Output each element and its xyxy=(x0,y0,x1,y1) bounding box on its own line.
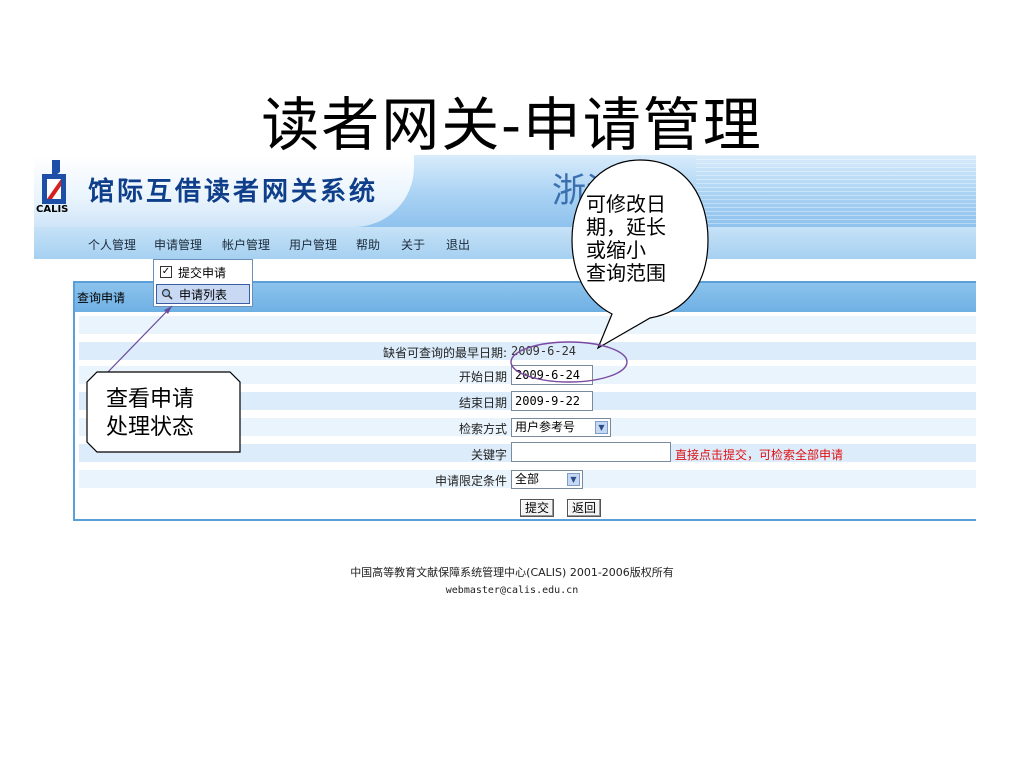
date-note-line-3: 或缩小 xyxy=(586,238,646,262)
search-mode-select[interactable]: 用户参考号 ▼ xyxy=(511,418,611,437)
submit-button[interactable]: 提交 xyxy=(520,499,555,517)
nav-about[interactable]: 关于 xyxy=(401,236,425,253)
form-row-condition: 申请限定条件 全部 ▼ xyxy=(79,470,976,489)
date-note-line-2: 期，延长 xyxy=(586,215,666,239)
keyword-input[interactable] xyxy=(511,442,671,462)
form-row-blank xyxy=(79,316,976,334)
end-date-label: 结束日期 xyxy=(458,396,507,410)
status-callout-text: 查看申请 处理状态 xyxy=(106,386,236,442)
condition-label: 申请限定条件 xyxy=(434,474,507,488)
magnifier-icon xyxy=(161,288,173,300)
nav-logout[interactable]: 退出 xyxy=(446,236,470,253)
form-row-start: 开始日期 2009-6-24 xyxy=(79,365,976,385)
date-note-line-4: 查询范围 xyxy=(586,261,666,285)
search-mode-value: 用户参考号 xyxy=(515,420,576,434)
logo-text: CALIS xyxy=(36,204,69,215)
back-button[interactable]: 返回 xyxy=(567,499,602,517)
chevron-down-icon[interactable]: ▼ xyxy=(567,473,580,486)
banner-decoration xyxy=(696,155,976,227)
nav-account[interactable]: 帐户管理 xyxy=(222,236,270,253)
menu-item-submit-request[interactable]: ✓ 提交申请 xyxy=(156,262,250,282)
menu-item-request-list[interactable]: 申请列表 xyxy=(156,284,250,304)
app-banner: CALIS 馆际互借读者网关系统 浙江大学 xyxy=(34,155,976,227)
keyword-label: 关键字 xyxy=(470,448,507,462)
earliest-date-value: 2009-6-24 xyxy=(511,344,577,358)
menu-item-label: 申请列表 xyxy=(179,287,228,302)
system-title: 馆际互借读者网关系统 xyxy=(88,177,379,207)
keyword-hint: 直接点击提交，可检索全部申请 xyxy=(675,448,844,462)
panel-title: 查询申请 xyxy=(77,291,126,305)
date-callout-text: 可修改日 期，延长 或缩小 查询范围 xyxy=(586,193,706,285)
requests-dropdown-menu: ✓ 提交申请 申请列表 xyxy=(153,259,253,307)
chevron-down-icon[interactable]: ▼ xyxy=(595,421,608,434)
nav-users[interactable]: 用户管理 xyxy=(289,236,337,253)
form-row-earliest: 缺省可查询的最早日期: 2009-6-24 xyxy=(79,342,976,360)
status-note-line-2: 处理状态 xyxy=(106,415,195,440)
date-note-line-1: 可修改日 xyxy=(586,192,666,216)
slide-title: 读者网关-申请管理 xyxy=(261,91,763,159)
search-mode-label: 检索方式 xyxy=(458,422,507,436)
earliest-date-label: 缺省可查询的最早日期: xyxy=(382,346,507,360)
main-nav: 个人管理 申请管理 帐户管理 用户管理 帮助 关于 退出 xyxy=(34,227,976,259)
start-date-label: 开始日期 xyxy=(458,370,507,384)
footer-email[interactable]: webmaster@calis.edu.cn xyxy=(0,585,1024,596)
checkbox-icon: ✓ xyxy=(160,266,172,278)
nav-help[interactable]: 帮助 xyxy=(356,236,380,253)
nav-requests[interactable]: 申请管理 xyxy=(154,236,202,253)
menu-item-label: 提交申请 xyxy=(178,265,227,280)
nav-personal[interactable]: 个人管理 xyxy=(88,236,136,253)
condition-value: 全部 xyxy=(515,472,540,486)
form-row-keyword: 关键字 直接点击提交，可检索全部申请 xyxy=(79,442,976,462)
start-date-input[interactable]: 2009-6-24 xyxy=(511,365,593,385)
footer-copyright: 中国高等教育文献保障系统管理中心(CALIS) 2001-2006版权所有 xyxy=(350,566,674,579)
end-date-input[interactable]: 2009-9-22 xyxy=(511,391,593,411)
condition-select[interactable]: 全部 ▼ xyxy=(511,470,583,489)
status-note-line-1: 查看申请 xyxy=(106,387,195,412)
